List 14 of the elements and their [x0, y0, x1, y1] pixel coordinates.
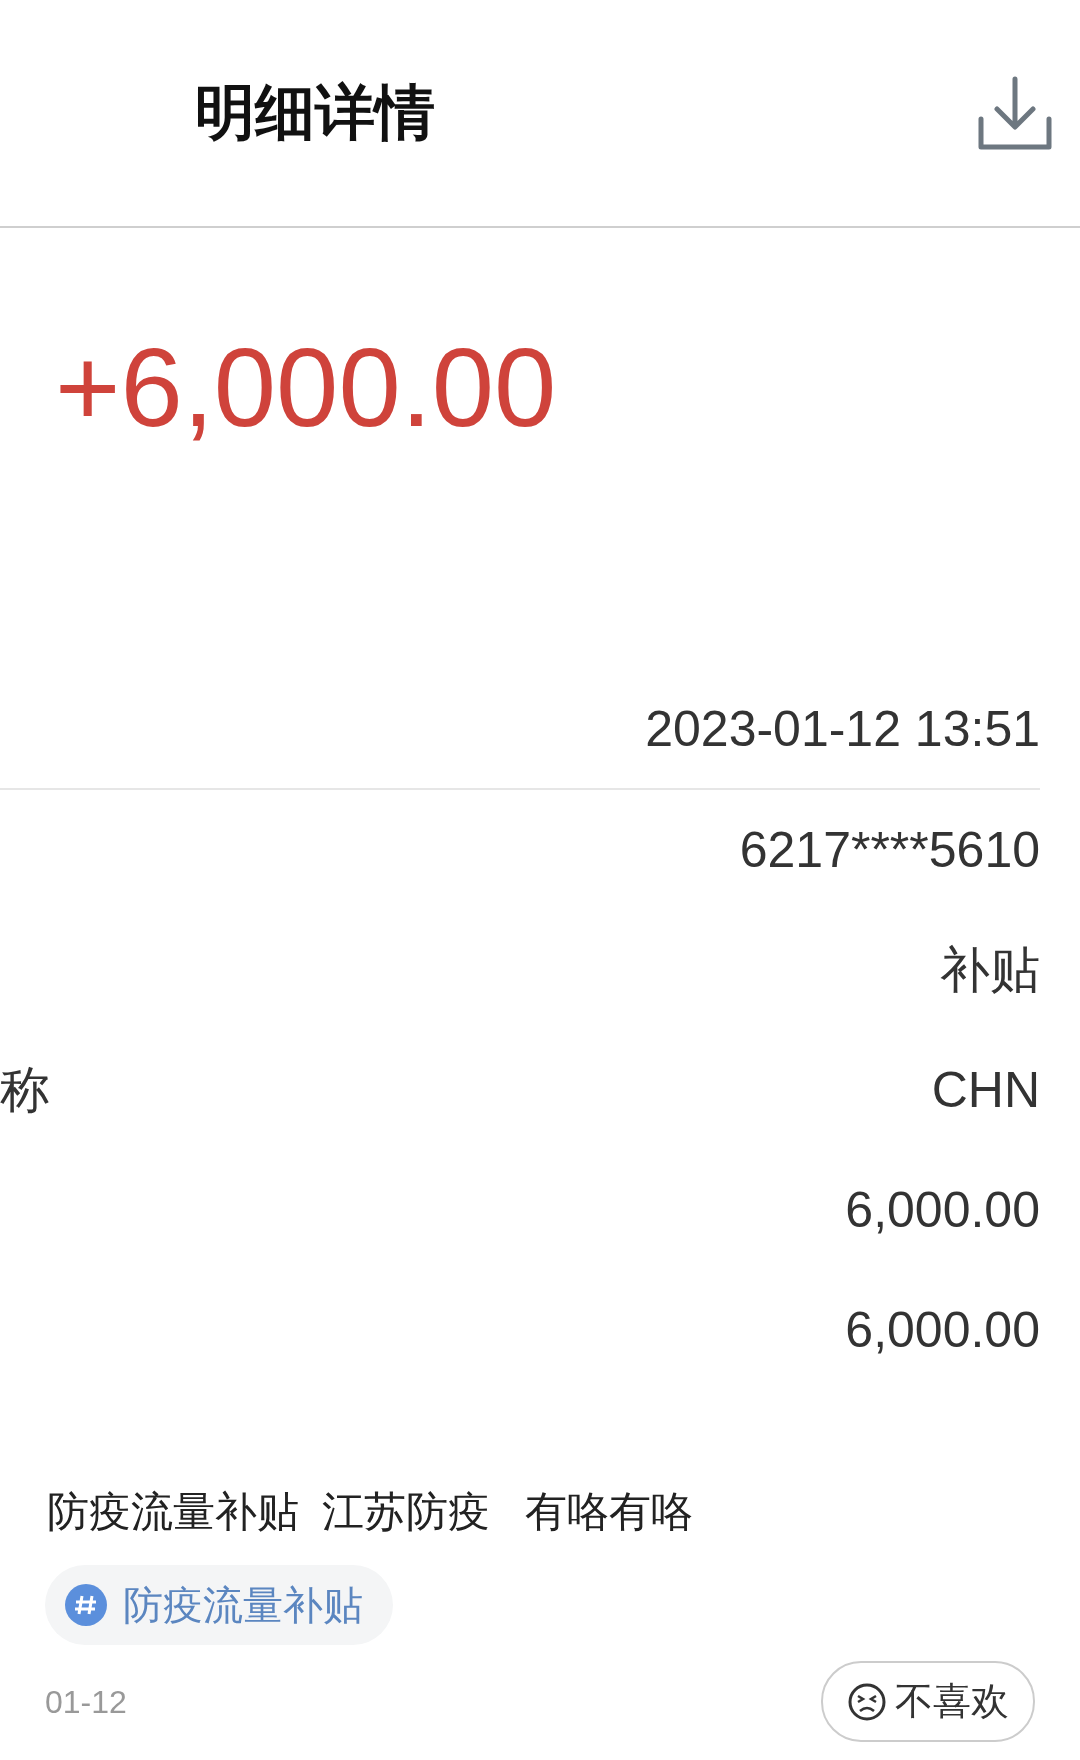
- page-title: 明细详情: [195, 78, 435, 148]
- field-value: 补贴: [940, 940, 1040, 1000]
- transaction-time: 2023-01-12 13:51: [645, 699, 1040, 759]
- frown-face-icon: [847, 1681, 887, 1722]
- field-value: CHN: [931, 1060, 1040, 1120]
- post-date: 01-12: [45, 1682, 127, 1722]
- field-label: 称: [0, 1060, 50, 1120]
- field-value: 6,000.00: [845, 1300, 1040, 1360]
- dislike-button[interactable]: 不喜欢: [821, 1661, 1035, 1742]
- hashtag-icon: [65, 1584, 107, 1626]
- field-value: 6,000.00: [845, 1180, 1040, 1240]
- post-text: 防疫流量补贴 江苏防疫 有咯有咯: [47, 1487, 694, 1537]
- amount: +6,000.00: [55, 328, 557, 448]
- field-value: 6217****5610: [739, 820, 1040, 880]
